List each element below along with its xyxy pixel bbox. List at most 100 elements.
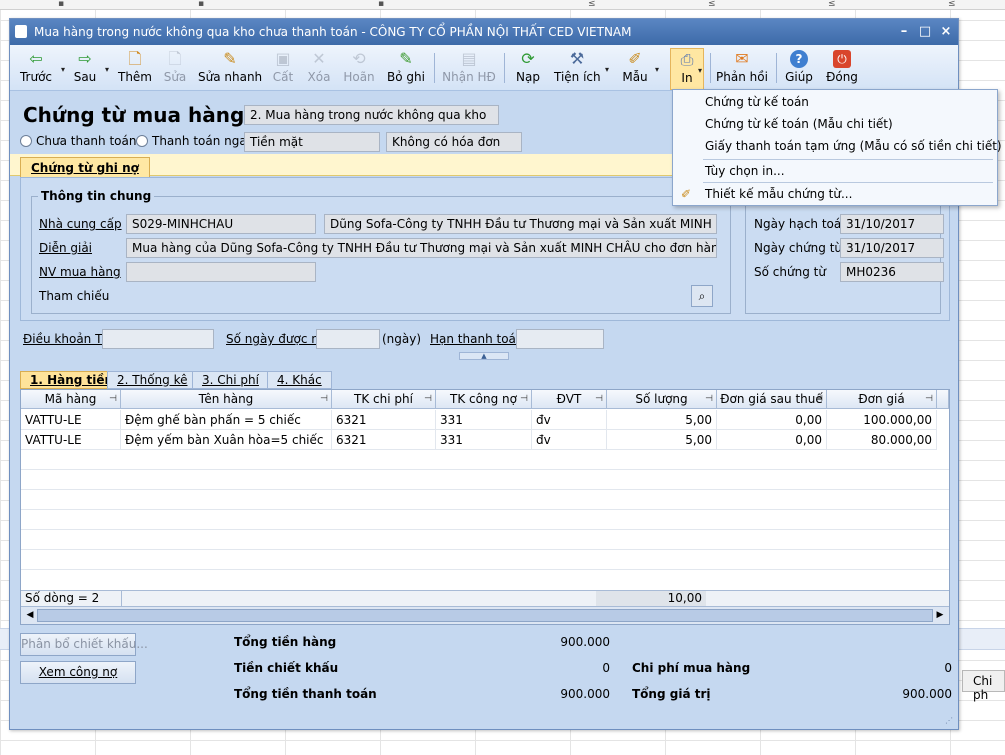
empty-row[interactable] — [21, 450, 949, 470]
feedback-button[interactable]: ✉ Phản hồi — [716, 48, 768, 90]
maximize-button[interactable]: □ — [915, 22, 935, 42]
column-header-expense-account[interactable]: TK chi phí ⊣ — [332, 390, 436, 409]
payment-terms-field[interactable] — [102, 329, 214, 349]
credit-days-field[interactable] — [316, 329, 380, 349]
add-button[interactable]: 🗋 Thêm — [116, 48, 154, 90]
column-header-payable-account[interactable]: TK công nợ ⊣ — [436, 390, 532, 409]
empty-row[interactable] — [21, 510, 949, 530]
grid-cell[interactable]: 6321 — [332, 410, 436, 430]
template-button[interactable]: ✐ Mẫu ▾ — [620, 48, 659, 90]
tab-other[interactable]: 4. Khác — [267, 371, 332, 389]
grid-cell[interactable]: 0,00 — [717, 410, 827, 430]
previous-dropdown-arrow[interactable]: ▾ — [61, 65, 65, 74]
invoice-status-select[interactable]: Không có hóa đơn — [386, 132, 522, 152]
supplier-name-field[interactable]: Dũng Sofa-Công ty TNHH Đầu tư Thương mại… — [324, 214, 717, 234]
tab-debit-voucher[interactable]: Chứng từ ghi nợ — [20, 157, 150, 177]
scrollbar-thumb[interactable] — [37, 609, 933, 622]
pin-icon[interactable]: ⊣ — [705, 390, 713, 408]
menu-item-advance-payment-slip[interactable]: Giấy thanh toán tạm ứng (Mẫu có số tiền … — [673, 135, 1002, 157]
purchase-type-select[interactable]: 2. Mua hàng trong nước không qua kho — [244, 105, 499, 125]
grid-cell[interactable]: đv — [532, 410, 607, 430]
grid-cell[interactable]: Đệm yếm bàn Xuân hòa=5 chiếc — [121, 430, 332, 450]
grid-cell[interactable]: 6321 — [332, 430, 436, 450]
tab-statistics[interactable]: 2. Thống kê — [107, 371, 198, 389]
voucher-no-field[interactable]: MH0236 — [840, 262, 944, 282]
column-header-price-after-tax[interactable]: Đơn giá sau thuế ⊣ — [717, 390, 827, 409]
grid-cell[interactable]: 5,00 — [607, 410, 717, 430]
grid-cell[interactable]: 100.000,00 — [827, 410, 937, 430]
minimize-button[interactable]: – — [894, 22, 914, 42]
empty-row[interactable] — [21, 470, 949, 490]
scroll-right-icon[interactable]: ▶ — [933, 608, 947, 623]
pin-icon[interactable]: ⊣ — [424, 390, 432, 408]
pin-icon[interactable]: ⊣ — [520, 390, 528, 408]
receive-invoice-button[interactable]: ▤ Nhận HĐ — [442, 48, 496, 90]
grid-cell[interactable]: VATTU-LE — [21, 410, 121, 430]
posting-date-field[interactable]: 31/10/2017 — [840, 214, 944, 234]
payment-method-select[interactable]: Tiền mặt — [244, 132, 380, 152]
empty-row[interactable] — [21, 550, 949, 570]
save-button[interactable]: ▣ Cất — [270, 48, 296, 90]
radio-circle[interactable] — [20, 135, 32, 147]
menu-item-design-template[interactable]: ✐ Thiết kế mẫu chứng từ... — [673, 183, 997, 205]
pin-icon[interactable]: ⊣ — [595, 390, 603, 408]
resize-grip-icon[interactable]: ⋰ — [945, 716, 955, 726]
postpone-button[interactable]: ⟲ Hoãn — [342, 48, 376, 90]
column-header-item-code[interactable]: Mã hàng ⊣ — [21, 390, 121, 409]
grid-cell[interactable]: Đệm ghế bàn phấn = 5 chiếc — [121, 410, 332, 430]
utilities-button[interactable]: ⚒ Tiện ích ▾ — [554, 48, 609, 90]
pin-icon[interactable]: ⊣ — [109, 390, 117, 408]
collapse-header-grip[interactable]: ▲ — [459, 352, 509, 360]
next-button[interactable]: ⇨ Sau ▾ — [70, 48, 109, 90]
menu-item-accounting-voucher-detailed[interactable]: Chứng từ kế toán (Mẫu chi tiết) — [673, 113, 997, 135]
allocate-discount-button[interactable]: Phân bổ chiết khấu... — [20, 633, 148, 656]
buyer-field[interactable] — [126, 262, 316, 282]
window-titlebar[interactable]: Mua hàng trong nước không qua kho chưa t… — [10, 19, 958, 45]
column-header-quantity[interactable]: Số lượng ⊣ — [607, 390, 717, 409]
close-window-button[interactable]: × — [936, 22, 956, 42]
radio-unpaid[interactable]: Chưa thanh toán — [20, 134, 136, 150]
menu-item-accounting-voucher[interactable]: Chứng từ kế toán — [673, 91, 997, 113]
due-date-field[interactable] — [516, 329, 604, 349]
horizontal-scrollbar[interactable]: ◀ ▶ — [21, 606, 949, 624]
empty-row[interactable] — [21, 570, 949, 590]
grid-cell[interactable]: 0,00 — [717, 430, 827, 450]
empty-row[interactable] — [21, 530, 949, 550]
print-dropdown-arrow[interactable]: ▾ — [698, 66, 702, 75]
grid-cell[interactable]: 331 — [436, 430, 532, 450]
quick-edit-button[interactable]: ✎ Sửa nhanh — [198, 48, 262, 90]
column-header-unit-price[interactable]: Đơn giá ⊣ — [827, 390, 937, 409]
reload-button[interactable]: ⟳ Nạp — [514, 48, 542, 90]
voucher-date-field[interactable]: 31/10/2017 — [840, 238, 944, 258]
column-header-item-name[interactable]: Tên hàng ⊣ — [121, 390, 332, 409]
grid-cell[interactable]: 5,00 — [607, 430, 717, 450]
radio-circle[interactable] — [136, 135, 148, 147]
previous-button[interactable]: ⇦ Trước ▾ — [16, 48, 65, 90]
grid-cell[interactable]: 331 — [436, 410, 532, 430]
view-debt-button[interactable]: Xem công nợ — [20, 661, 136, 684]
help-button[interactable]: ? Giúp — [784, 48, 814, 90]
supplier-code-field[interactable]: S029-MINHCHAU — [126, 214, 316, 234]
print-button[interactable]: ⎙ In ▾ — [670, 48, 704, 90]
unpost-button[interactable]: ✎ Bỏ ghi — [386, 48, 426, 90]
empty-row[interactable] — [21, 490, 949, 510]
pin-icon[interactable]: ⊣ — [925, 390, 933, 408]
pin-icon[interactable]: ⊣ — [815, 390, 823, 408]
next-dropdown-arrow[interactable]: ▾ — [105, 65, 109, 74]
menu-item-print-options[interactable]: Tùy chọn in... — [673, 160, 997, 182]
tab-costs[interactable]: 3. Chi phí — [192, 371, 269, 389]
description-field[interactable]: Mua hàng của Dũng Sofa-Công ty TNHH Đầu … — [126, 238, 717, 258]
close-form-button[interactable]: ⏻ Đóng — [824, 48, 860, 90]
utilities-dropdown-arrow[interactable]: ▾ — [605, 65, 609, 74]
radio-pay-now[interactable]: Thanh toán ngay — [136, 134, 254, 150]
scroll-left-icon[interactable]: ◀ — [23, 608, 37, 623]
grid-cell[interactable]: 80.000,00 — [827, 430, 937, 450]
background-side-tab[interactable]: Chi ph — [962, 670, 1005, 702]
grid-cell[interactable]: đv — [532, 430, 607, 450]
edit-button[interactable]: 🗋 Sửa — [160, 48, 190, 90]
grid-cell[interactable]: VATTU-LE — [21, 430, 121, 450]
column-header-unit[interactable]: ĐVT ⊣ — [532, 390, 607, 409]
pin-icon[interactable]: ⊣ — [320, 390, 328, 408]
template-dropdown-arrow[interactable]: ▾ — [655, 65, 659, 74]
delete-button[interactable]: ✕ Xóa — [304, 48, 334, 90]
